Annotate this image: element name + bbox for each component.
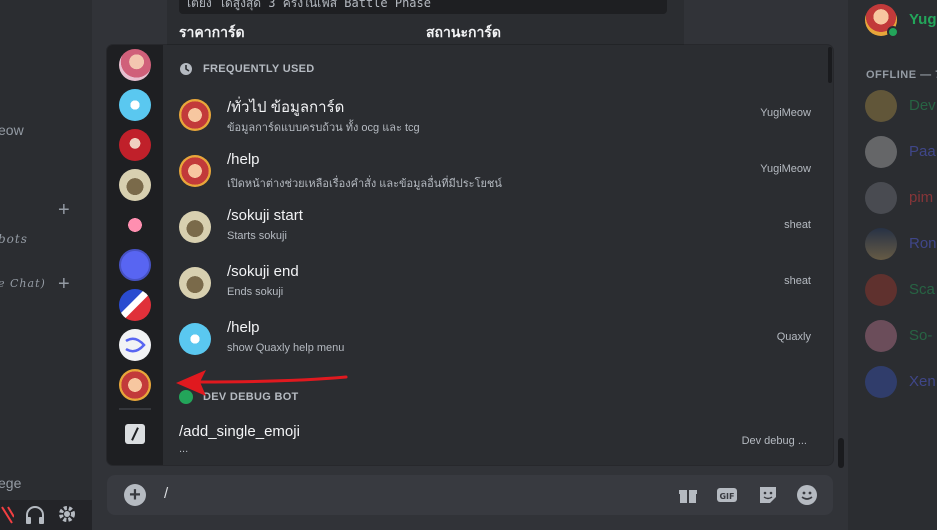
bot-avatar <box>179 99 211 131</box>
gif-icon[interactable]: GIF <box>716 484 738 506</box>
app-icon[interactable] <box>119 49 151 81</box>
app-icon[interactable] <box>119 169 151 201</box>
command-description: ข้อมูลการ์ดแบบครบถ้วน ทั้ง ocg และ tcg <box>227 122 420 134</box>
command-source: YugiMeow <box>760 163 811 175</box>
mute-icon[interactable] <box>0 505 14 525</box>
add-attachment-button[interactable]: + <box>124 484 146 506</box>
member-name: Yug <box>909 11 937 28</box>
command-source: Dev debug ... <box>741 435 807 447</box>
avatar <box>865 320 897 352</box>
command-item[interactable]: /sokuji end Ends sokuji sheat <box>163 253 823 309</box>
avatar <box>865 136 897 168</box>
member-name: Ron <box>909 235 937 252</box>
command-item[interactable]: /help เปิดหน้าต่างช่วยเหลือเรื่องคำสั่ง … <box>163 141 823 197</box>
avatar <box>865 228 897 260</box>
gear-icon[interactable] <box>57 504 77 524</box>
app-icon[interactable] <box>119 209 151 241</box>
member-offline[interactable]: Paa <box>865 136 937 168</box>
bot-avatar <box>179 211 211 243</box>
member-offline[interactable]: pim <box>865 182 937 214</box>
app-icon[interactable] <box>119 289 151 321</box>
code-block: ไต้ยง ได้สูงสุด 3 ครั้งในเฟส Battle Phas… <box>179 0 667 14</box>
message-input-bar: + / GIF <box>107 475 833 515</box>
member-offline[interactable]: Dev <box>865 90 937 122</box>
section-header-frequent: FREQUENTLY USED <box>203 63 315 75</box>
emoji-icon[interactable] <box>796 484 818 506</box>
online-status-icon <box>887 26 899 38</box>
bot-avatar <box>179 267 211 299</box>
embed-field-price: ราคาการ์ด <box>179 24 245 40</box>
slash-command-popup: FREQUENTLY USED /ทั่วไป ข้อมูลการ์ด ข้อม… <box>107 45 833 465</box>
channel-sidebar: eow + bots e Chat) + ege <box>0 0 92 530</box>
command-source: sheat <box>784 275 811 287</box>
popup-scrollbar[interactable] <box>828 47 832 83</box>
member-name: Paa <box>909 143 936 160</box>
svg-text:GIF: GIF <box>719 492 734 501</box>
command-name: /sokuji start <box>227 207 303 224</box>
code-line: ไต้ยง ได้สูงสุด 3 ครั้งในเฟส Battle Phas… <box>185 0 431 10</box>
command-source: YugiMeow <box>760 107 811 119</box>
app-icon[interactable] <box>119 369 151 401</box>
app-rail <box>107 45 163 465</box>
command-description: Starts sokuji <box>227 230 287 242</box>
command-name: /add_single_emoji <box>179 423 300 440</box>
headphones-icon[interactable] <box>24 505 46 525</box>
avatar <box>865 366 897 398</box>
member-name: pim <box>909 189 934 206</box>
member-offline[interactable]: So- <box>865 320 937 352</box>
member-offline[interactable]: Sca <box>865 274 937 306</box>
member-online[interactable]: Yug <box>865 4 937 38</box>
member-offline[interactable]: Xen <box>865 366 937 398</box>
rail-divider <box>119 408 151 410</box>
command-source: Quaxly <box>776 331 811 343</box>
command-item[interactable]: /help show Quaxly help menu Quaxly <box>163 309 823 365</box>
command-name: /sokuji end <box>227 263 299 280</box>
avatar <box>865 90 897 122</box>
embed-field-status: สถานะการ์ด <box>426 24 501 40</box>
member-list: Yug OFFLINE — 7 Dev Paa pim Ron Sca So- … <box>848 0 937 530</box>
command-list: FREQUENTLY USED /ทั่วไป ข้อมูลการ์ด ข้อม… <box>163 45 833 465</box>
command-name: /ทั่วไป ข้อมูลการ์ด <box>227 99 345 116</box>
app-icon[interactable] <box>119 329 151 361</box>
command-description: เปิดหน้าต่างช่วยเหลือเรื่องคำสั่ง และข้อ… <box>227 178 502 190</box>
avatar <box>865 274 897 306</box>
command-description: Ends sokuji <box>227 286 284 298</box>
command-description: show Quaxly help menu <box>227 342 345 354</box>
user-controls <box>0 500 92 530</box>
sticker-icon[interactable] <box>757 484 779 506</box>
channel-fragment[interactable]: ege <box>0 475 21 491</box>
chat-scrollbar[interactable] <box>838 438 844 468</box>
dev-debug-icon <box>125 337 146 353</box>
command-item[interactable]: /ทั่วไป ข้อมูลการ์ด ข้อมูลการ์ดแบบครบถ้ว… <box>163 85 823 141</box>
app-icon[interactable] <box>119 249 151 281</box>
member-name: Sca <box>909 281 935 298</box>
app-icon[interactable] <box>119 129 151 161</box>
clock-icon <box>180 63 192 75</box>
command-name: /help <box>227 151 260 168</box>
app-icon[interactable] <box>119 89 151 121</box>
member-name: Dev <box>909 97 936 114</box>
member-offline[interactable]: Ron <box>865 228 937 260</box>
dev-bot-icon <box>179 390 193 404</box>
category-fragment[interactable]: bots <box>0 232 28 246</box>
message-input[interactable]: / <box>164 485 168 502</box>
built-in-commands-icon[interactable] <box>125 424 145 444</box>
command-item[interactable]: /sokuji start Starts sokuji sheat <box>163 197 823 253</box>
channel-fragment[interactable]: eow <box>0 122 24 138</box>
bot-avatar <box>179 323 211 355</box>
bot-avatar <box>179 155 211 187</box>
gift-icon[interactable] <box>677 484 699 506</box>
add-channel-icon[interactable]: + <box>58 274 70 294</box>
command-source: sheat <box>784 219 811 231</box>
member-name: Xen <box>909 373 936 390</box>
add-channel-icon[interactable]: + <box>58 200 70 220</box>
offline-header: OFFLINE — 7 <box>866 69 937 81</box>
section-header-dev: DEV DEBUG BOT <box>203 391 299 403</box>
command-description: ... <box>179 443 189 455</box>
command-name: /help <box>227 319 260 336</box>
command-item[interactable]: /add_single_emoji ... Dev debug ... <box>163 413 823 465</box>
member-name: So- <box>909 327 933 344</box>
avatar <box>865 182 897 214</box>
category-fragment[interactable]: e Chat) <box>0 277 46 290</box>
